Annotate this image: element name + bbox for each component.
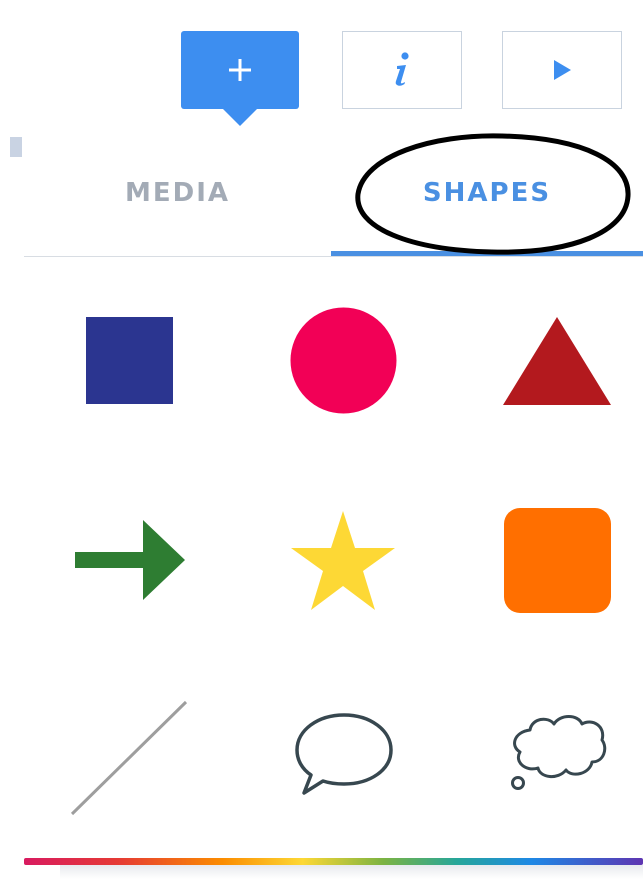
play-button[interactable] bbox=[502, 31, 622, 109]
plus-icon bbox=[228, 58, 252, 82]
tab-shapes[interactable]: SHAPES bbox=[331, 174, 643, 256]
thought-bubble-shape[interactable] bbox=[508, 712, 608, 792]
speech-bubble-shape[interactable] bbox=[294, 712, 394, 796]
tab-divider bbox=[24, 256, 643, 257]
tab-shapes-label: SHAPES bbox=[422, 178, 552, 208]
tab-media[interactable]: MEDIA bbox=[24, 174, 331, 256]
shapes-panel: MEDIA SHAPES bbox=[0, 0, 643, 879]
add-button[interactable] bbox=[181, 31, 299, 126]
palette-shadow bbox=[60, 865, 643, 879]
info-button[interactable] bbox=[342, 31, 462, 109]
play-icon bbox=[552, 59, 572, 81]
active-tab-indicator bbox=[331, 251, 643, 256]
circle-shape[interactable] bbox=[290, 307, 397, 414]
panel-edge-marker bbox=[10, 137, 22, 157]
arrow-shape[interactable] bbox=[75, 520, 185, 600]
square-shape[interactable] bbox=[86, 317, 173, 404]
rounded-square-shape[interactable] bbox=[504, 508, 611, 613]
tab-media-label: MEDIA bbox=[124, 178, 230, 208]
star-shape[interactable] bbox=[291, 511, 395, 610]
line-shape[interactable] bbox=[70, 700, 188, 816]
triangle-shape[interactable] bbox=[503, 317, 611, 405]
color-palette-bar[interactable] bbox=[24, 858, 643, 865]
info-icon bbox=[391, 52, 413, 88]
